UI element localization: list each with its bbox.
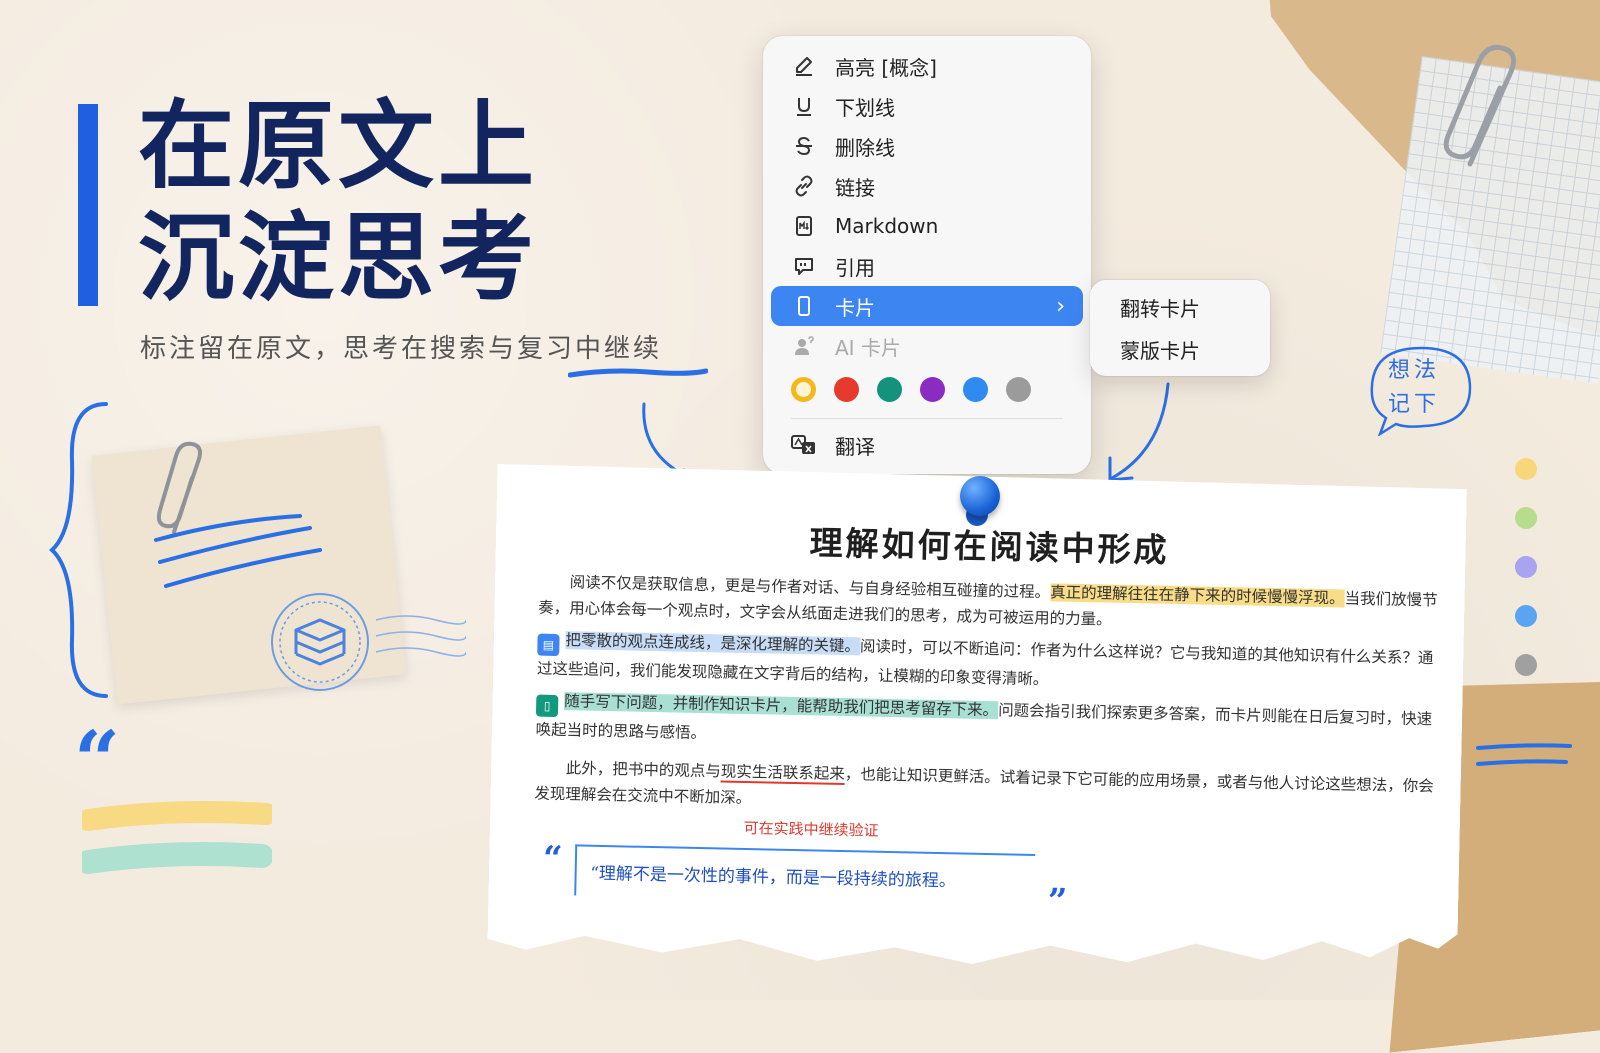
article-paragraph: ▯ 随手写下问题，并制作知识卡片，能帮助我们把思考留存下来。问题会指引我们探索更多… — [535, 688, 1436, 762]
color-swatch-blue[interactable] — [963, 376, 988, 402]
side-dot-blue — [1515, 605, 1537, 627]
scribble-lines-decoration — [1476, 743, 1572, 766]
page-subtitle: 标注留在原文，思考在搜索与复习中继续 — [140, 334, 663, 364]
menu-item-strikethrough[interactable]: 删除线 — [771, 126, 1083, 166]
side-dot-gray — [1515, 654, 1537, 676]
strikethrough-icon — [791, 133, 817, 159]
menu-item-label: 高亮 [概念] — [835, 55, 937, 80]
submenu-item-mask-card[interactable]: 蒙版卡片 — [1090, 328, 1270, 370]
idea-bubble-line-1: 想法 — [1388, 358, 1441, 383]
title-accent-bar — [78, 104, 98, 306]
menu-item-label: 删除线 — [835, 135, 895, 160]
highlighted-text-green[interactable]: 随手写下问题，并制作知识卡片，能帮助我们把思考留存下来。 — [564, 692, 999, 720]
markdown-badge-icon[interactable]: ▤ — [537, 633, 560, 657]
article-content: 理解如何在阅读中形成 阅读不仅是获取信息，更是与作者对话、与自身经验相互碰撞的过… — [532, 511, 1440, 925]
menu-item-label: Markdown — [835, 214, 939, 238]
highlighter-strokes-decoration — [82, 801, 272, 874]
book-stamp-icon — [271, 593, 466, 691]
link-icon — [791, 173, 817, 199]
quote-mark-decoration: “ — [74, 713, 121, 807]
menu-item-card[interactable]: 卡片 › — [771, 286, 1083, 326]
underline-icon — [791, 93, 817, 119]
menu-item-underline[interactable]: 下划线 — [771, 86, 1083, 126]
highlighted-text-blue[interactable]: 把零散的观点连成线，是深化理解的关键。 — [565, 631, 861, 656]
quote-open-mark: “ — [542, 838, 563, 880]
highlighted-text-yellow[interactable]: 真正的理解往往在静下来的时候慢慢浮现。 — [1049, 583, 1345, 608]
pen-icon — [791, 53, 817, 79]
markdown-icon — [791, 213, 817, 239]
menu-item-link[interactable]: 链接 — [771, 166, 1083, 206]
menu-item-label: 卡片 — [835, 295, 875, 320]
menu-item-label: 引用 — [835, 255, 875, 280]
menu-item-translate[interactable]: 翻译 — [771, 425, 1083, 465]
color-swatch-yellow[interactable] — [791, 376, 816, 402]
scribble-underline — [568, 368, 708, 378]
idea-bubble-text: 想法 记下 — [1388, 354, 1440, 422]
chevron-right-icon: › — [1056, 294, 1065, 319]
underlined-text-red[interactable]: 现实生活联系起来 — [720, 762, 846, 786]
menu-item-label: 链接 — [835, 175, 875, 200]
idea-bubble-line-2: 记下 — [1388, 392, 1441, 417]
menu-item-label: 下划线 — [835, 95, 895, 120]
highlight-color-picker — [763, 366, 1091, 412]
submenu-item-flip-card[interactable]: 翻转卡片 — [1090, 286, 1270, 328]
menu-item-label: 翻译 — [835, 434, 875, 459]
ai-person-icon — [791, 333, 817, 359]
menu-item-ai-card[interactable]: AI 卡片 — [771, 326, 1083, 366]
menu-item-quote[interactable]: 引用 — [771, 246, 1083, 286]
quote-close-mark: ” — [1047, 881, 1068, 922]
quote-text[interactable]: “理解不是一次性的事件，而是一段持续的旅程。 — [573, 844, 1035, 906]
color-swatch-purple[interactable] — [920, 376, 945, 402]
page-title-line-1: 在原文上 — [138, 89, 538, 202]
color-swatch-red[interactable] — [834, 376, 859, 402]
card-submenu: 翻转卡片 蒙版卡片 — [1090, 280, 1270, 376]
article-text: 阅读不仅是获取信息，更是与作者对话、与自身经验相互碰撞的过程。 — [569, 573, 1051, 602]
color-swatch-gray[interactable] — [1006, 376, 1031, 402]
article-paragraph: ▤ 把零散的观点连成线，是深化理解的关键。阅读时，可以不断追问：作者为什么这样说？… — [537, 627, 1438, 701]
side-dot-purple — [1515, 556, 1537, 578]
quote-bubble-icon — [791, 253, 817, 279]
arrow-decoration — [1108, 382, 1170, 482]
push-pin-icon — [960, 476, 1000, 516]
page-title: 在原文上 沉淀思考 — [138, 90, 538, 314]
menu-item-highlight[interactable]: 高亮 [概念] — [771, 46, 1083, 86]
color-swatch-teal[interactable] — [877, 376, 902, 402]
menu-item-markdown[interactable]: Markdown — [771, 206, 1083, 246]
annotation-context-menu: 高亮 [概念] 下划线 删除线 链接 Markdown 引用 卡片 › AI 卡… — [763, 36, 1091, 474]
side-dot-green — [1515, 507, 1537, 529]
scribble-lines-decoration — [154, 514, 322, 588]
article-paragraph: 此外，把书中的观点与现实生活联系起来，也能让知识更鲜活。试着记录下它可能的应用场… — [534, 755, 1435, 826]
paperclip-icon — [1443, 44, 1517, 167]
article-text: 此外，把书中的观点与 — [565, 759, 722, 781]
card-icon — [791, 293, 817, 319]
menu-divider — [791, 418, 1063, 419]
card-badge-icon[interactable]: ▯ — [535, 694, 559, 718]
translate-icon — [791, 432, 817, 458]
page-title-line-2: 沉淀思考 — [138, 201, 538, 314]
side-dot-yellow — [1515, 458, 1537, 480]
menu-item-label: AI 卡片 — [835, 335, 901, 360]
